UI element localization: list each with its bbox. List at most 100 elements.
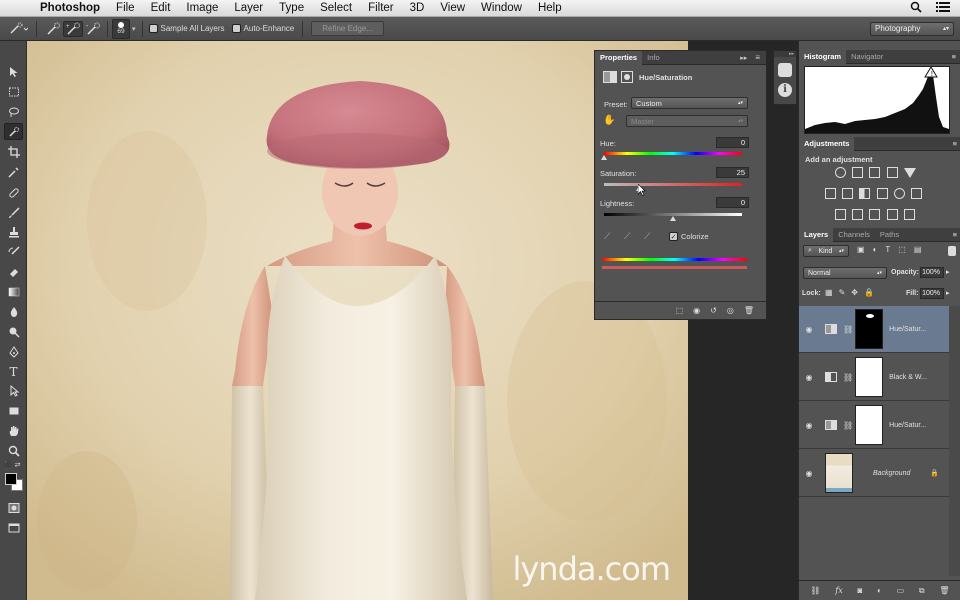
photo-filter-icon[interactable]: [876, 188, 888, 199]
new-layer-icon[interactable]: ⧉: [919, 586, 925, 596]
hue-slider-track[interactable]: [604, 152, 742, 155]
hand-tool-icon[interactable]: [4, 422, 23, 439]
eraser-tool-icon[interactable]: [4, 263, 23, 280]
tab-paths[interactable]: Paths: [875, 228, 904, 242]
eyedropper-tool-icon[interactable]: [4, 163, 23, 180]
collapse-icon[interactable]: ▸▸: [740, 54, 747, 62]
menu-view[interactable]: View: [432, 2, 473, 14]
tab-histogram[interactable]: Histogram: [799, 49, 847, 64]
marquee-tool-icon[interactable]: [4, 83, 23, 100]
healing-brush-tool-icon[interactable]: [4, 184, 23, 201]
link-layers-icon[interactable]: ⛓: [810, 586, 820, 595]
panel-menu-icon[interactable]: ≡: [952, 52, 956, 61]
vibrance-icon[interactable]: [903, 168, 916, 178]
menu-select[interactable]: Select: [312, 2, 360, 14]
pen-tool-icon[interactable]: [4, 343, 23, 360]
visibility-eye-icon[interactable]: ◉: [799, 373, 819, 382]
lock-transparent-icon[interactable]: ▦: [825, 288, 833, 297]
menu-layer[interactable]: Layer: [226, 2, 271, 14]
visibility-eye-icon[interactable]: ◉: [799, 421, 819, 430]
menu-filter[interactable]: Filter: [360, 2, 402, 14]
tab-channels[interactable]: Channels: [833, 228, 875, 242]
zoom-tool-icon[interactable]: [4, 442, 23, 459]
hue-sat-icon[interactable]: [825, 188, 836, 199]
lock-pixels-icon[interactable]: ✎: [839, 288, 846, 297]
menu-edit[interactable]: Edit: [143, 2, 179, 14]
layer-filter-select[interactable]: ⌕ Kind ▴▾: [803, 245, 849, 257]
menu-help[interactable]: Help: [530, 2, 570, 14]
gradient-map-icon[interactable]: [903, 209, 915, 220]
chevron-right-icon[interactable]: ▸: [946, 268, 950, 276]
quick-selection-tool-preset-icon[interactable]: [6, 21, 30, 37]
hue-input[interactable]: 0: [716, 137, 749, 148]
filter-toggle[interactable]: [948, 246, 956, 256]
menu-type[interactable]: Type: [271, 2, 312, 14]
menu-image[interactable]: Image: [178, 2, 226, 14]
channel-select[interactable]: Master ▴▾: [626, 115, 748, 127]
fill-input[interactable]: 100%: [920, 288, 944, 299]
blur-tool-icon[interactable]: [4, 303, 23, 320]
list-icon[interactable]: [936, 1, 950, 16]
blend-mode-select[interactable]: Normal ▴▾: [803, 267, 887, 279]
filter-type-icon[interactable]: T: [885, 245, 890, 254]
chain-link-icon[interactable]: ⛓: [843, 325, 853, 334]
opacity-input[interactable]: 100%: [920, 267, 944, 278]
brush-size-picker[interactable]: 69 ▾: [112, 18, 136, 39]
view-previous-state-icon[interactable]: ◉: [693, 306, 700, 315]
lightness-input[interactable]: 0: [716, 197, 749, 208]
clip-to-layer-icon[interactable]: ⬚: [676, 306, 684, 315]
saturation-input[interactable]: 25: [716, 167, 749, 178]
filter-smart-icon[interactable]: ▤: [914, 245, 922, 254]
filter-pixel-icon[interactable]: ▣: [857, 245, 865, 254]
add-to-selection-icon[interactable]: +: [63, 20, 83, 37]
workspace-select[interactable]: Photography ▴▾: [870, 21, 954, 36]
rectangle-tool-icon[interactable]: [4, 402, 23, 419]
new-selection-icon[interactable]: [43, 21, 63, 37]
eyedropper-minus-icon[interactable]: ⟋: [644, 231, 650, 242]
eyedropper-plus-icon[interactable]: ⟋: [624, 231, 630, 242]
visibility-icon[interactable]: ◎: [727, 306, 734, 315]
layer-row[interactable]: ◉ Background 🔒: [799, 450, 949, 497]
delete-layer-icon[interactable]: 🗑: [939, 586, 949, 595]
reset-icon[interactable]: ↺: [710, 306, 717, 315]
filter-shape-icon[interactable]: ⬚: [898, 245, 906, 254]
foreground-color-swatch[interactable]: [5, 473, 17, 485]
menu-3d[interactable]: 3D: [402, 2, 433, 14]
menu-app-name[interactable]: Photoshop: [40, 2, 108, 14]
lasso-tool-icon[interactable]: [4, 103, 23, 120]
path-selection-tool-icon[interactable]: [4, 382, 23, 399]
tab-properties[interactable]: Properties: [595, 50, 643, 65]
clone-stamp-tool-icon[interactable]: [4, 223, 23, 240]
move-tool-icon[interactable]: [4, 63, 23, 80]
new-adjustment-icon[interactable]: ◐: [877, 586, 882, 595]
lock-position-icon[interactable]: ✥: [851, 288, 858, 297]
preset-select[interactable]: Custom ▴▾: [631, 97, 748, 109]
background-thumbnail[interactable]: [825, 453, 853, 493]
layers-scrollbar[interactable]: [949, 306, 960, 576]
layer-row[interactable]: ◉ ⛓ Hue/Satur...: [799, 402, 949, 449]
brush-tool-icon[interactable]: [4, 204, 23, 221]
lightness-slider-thumb[interactable]: [670, 216, 676, 221]
layer-mask-thumbnail[interactable]: [855, 405, 884, 445]
chain-link-icon[interactable]: ⛓: [843, 421, 853, 430]
saturation-slider-track[interactable]: [604, 183, 742, 186]
tab-navigator[interactable]: Navigator: [846, 50, 888, 64]
black-white-icon[interactable]: [859, 188, 871, 199]
refine-edge-button[interactable]: Refine Edge...: [311, 21, 384, 36]
menu-file[interactable]: File: [108, 2, 143, 14]
add-mask-icon[interactable]: ◙: [857, 586, 862, 595]
layer-row[interactable]: ◉ ⛓ Black & W...: [799, 354, 949, 401]
tab-layers[interactable]: Layers: [799, 227, 834, 242]
history-brush-tool-icon[interactable]: [4, 243, 23, 260]
posterize-icon[interactable]: [852, 209, 864, 220]
panel-menu-icon[interactable]: ≡: [953, 230, 957, 239]
new-group-icon[interactable]: ▭: [897, 586, 905, 595]
quick-mask-icon[interactable]: [4, 499, 23, 516]
brightness-icon[interactable]: [835, 167, 846, 178]
screen-mode-icon[interactable]: [4, 519, 23, 536]
eyedropper-icon[interactable]: ⟋: [604, 231, 610, 242]
fx-icon[interactable]: fx: [835, 586, 842, 595]
levels-icon[interactable]: [852, 167, 864, 178]
auto-enhance-checkbox[interactable]: Auto-Enhance: [231, 24, 294, 33]
tab-info[interactable]: Info: [642, 51, 665, 65]
